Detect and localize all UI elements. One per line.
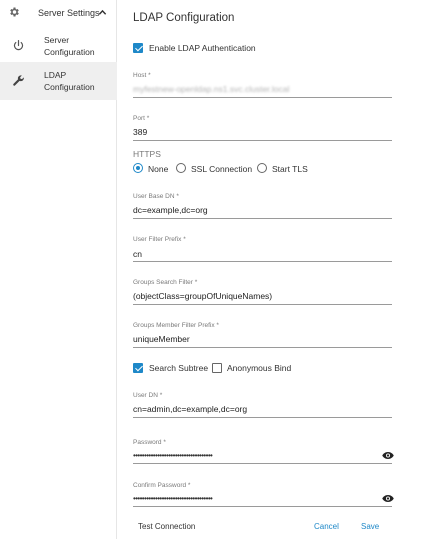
sidebar-item-server-configuration[interactable]: Server Configuration [0,27,117,65]
host-input[interactable]: myfestnew-openldap.ns1.svc.cluster.local [133,84,289,94]
anonymous-bind-checkbox[interactable] [212,363,222,373]
user-base-dn-underline [133,218,392,219]
groups-search-filter-underline [133,304,392,305]
host-label: Host * [133,72,151,79]
page-title: LDAP Configuration [133,12,235,24]
host-underline [133,97,392,98]
https-ssl-radio[interactable] [176,163,186,173]
user-base-dn-input[interactable]: dc=example,dc=org [133,205,208,215]
gear-icon [10,7,19,17]
cancel-button[interactable]: Cancel [314,522,339,531]
sidebar-item-label: Server Configuration [44,35,95,57]
confirm-password-input[interactable]: •••••••••••••••••••••••••••••••••••• [133,494,213,503]
https-starttls-label: Start TLS [272,164,308,174]
anonymous-bind-label: Anonymous Bind [227,363,292,373]
user-dn-input[interactable]: cn=admin,dc=example,dc=org [133,404,247,414]
save-button[interactable]: Save [361,522,379,531]
sidebar: Server Settings Server Configuration LDA… [0,0,117,539]
user-filter-prefix-input[interactable]: cn [133,249,142,259]
user-filter-prefix-underline [133,261,392,262]
user-dn-underline [133,417,392,418]
groups-search-filter-label: Groups Search Filter * [133,279,198,286]
groups-member-filter-prefix-underline [133,347,392,348]
https-label: HTTPS [133,149,161,159]
search-subtree-checkbox[interactable] [133,363,143,373]
groups-search-filter-input[interactable]: (objectClass=groupOfUniqueNames) [133,291,272,301]
chevron-up-icon [98,9,107,15]
confirm-password-label: Confirm Password * [133,482,191,489]
port-input[interactable]: 389 [133,127,147,137]
wrench-icon [13,75,24,86]
https-none-label: None [148,164,169,174]
search-subtree-label: Search Subtree [149,363,209,373]
sidebar-item-label: LDAP Configuration [44,70,95,92]
password-label: Password * [133,439,166,446]
sidebar-header-label: Server Settings [38,8,100,18]
user-filter-prefix-label: User Filter Prefix * [133,236,186,243]
eye-icon[interactable] [382,451,394,460]
eye-icon[interactable] [382,494,394,503]
sidebar-header-server-settings[interactable]: Server Settings [0,0,117,26]
power-icon [13,40,24,51]
user-base-dn-label: User Base DN * [133,193,179,200]
groups-member-filter-prefix-label: Groups Member Filter Prefix * [133,322,219,329]
https-none-radio[interactable] [133,163,143,173]
password-input[interactable]: •••••••••••••••••••••••••••••••••••• [133,451,213,460]
groups-member-filter-prefix-input[interactable]: uniqueMember [133,334,190,344]
https-starttls-radio[interactable] [257,163,267,173]
enable-ldap-checkbox[interactable] [133,43,143,53]
port-label: Port * [133,115,150,122]
enable-ldap-label: Enable LDAP Authentication [149,43,256,53]
sidebar-item-ldap-configuration[interactable]: LDAP Configuration [0,62,117,100]
confirm-password-underline [133,506,392,507]
ldap-configuration-panel: LDAP Configuration Enable LDAP Authentic… [123,0,435,539]
https-ssl-label: SSL Connection [191,164,253,174]
user-dn-label: User DN * [133,392,163,399]
test-connection-button[interactable]: Test Connection [138,522,195,531]
port-underline [133,140,392,141]
password-underline [133,463,392,464]
